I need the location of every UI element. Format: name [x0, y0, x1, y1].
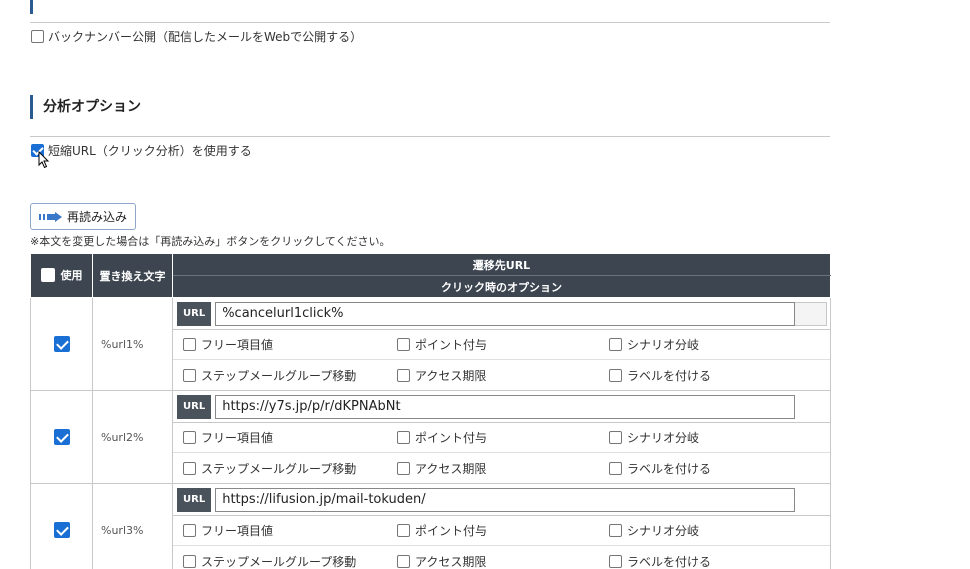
opt-step-move[interactable]: ステップメールグループ移動 — [183, 460, 397, 477]
opt-access-limit[interactable]: アクセス期限 — [397, 367, 609, 384]
opt-access-limit[interactable]: アクセス期限 — [397, 553, 609, 569]
backnumber-row[interactable]: バックナンバー公開（配信したメールをWebで公開する） — [31, 28, 362, 45]
opt-scenario[interactable]: シナリオ分岐 — [609, 522, 699, 539]
mouse-cursor-icon — [38, 151, 50, 169]
use-checkbox[interactable] — [53, 336, 70, 352]
table-row: %url3% URL https://lifusion.jp/mail-toku… — [30, 483, 831, 569]
url-row: URL https://lifusion.jp/mail-tokuden/ — [173, 484, 830, 516]
url-options-cell: URL %cancelurl1click% フリー項目値 ポイント付与 シナリオ… — [172, 297, 831, 391]
replace-tag: %url3% — [92, 483, 173, 569]
options-row: フリー項目値 ポイント付与 シナリオ分岐 — [173, 516, 830, 546]
section-title-analysis: 分析オプション — [30, 95, 141, 119]
options-row: ステップメールグループ移動 アクセス期限 ラベルを付ける — [173, 546, 830, 569]
backnumber-checkbox[interactable] — [31, 30, 44, 43]
header-replace: 置き換え文字 — [92, 253, 173, 298]
header-use-label: 使用 — [60, 268, 83, 282]
options-row: フリー項目値 ポイント付与 シナリオ分岐 — [173, 330, 830, 360]
url-label: URL — [177, 394, 212, 419]
opt-label[interactable]: ラベルを付ける — [609, 553, 711, 569]
url-input-addon — [795, 301, 828, 326]
opt-point[interactable]: ポイント付与 — [397, 429, 609, 446]
opt-point[interactable]: ポイント付与 — [397, 522, 609, 539]
replace-tag: %url1% — [92, 297, 173, 391]
opt-step-move[interactable]: ステップメールグループ移動 — [183, 367, 397, 384]
opt-scenario[interactable]: シナリオ分岐 — [609, 336, 699, 353]
url-options-cell: URL https://y7s.jp/p/r/dKPNAbNt フリー項目値 ポ… — [172, 390, 831, 484]
url-options-cell: URL https://lifusion.jp/mail-tokuden/ フリ… — [172, 483, 831, 569]
opt-access-limit[interactable]: アクセス期限 — [397, 460, 609, 477]
opt-label[interactable]: ラベルを付ける — [609, 367, 711, 384]
url-row: URL %cancelurl1click% — [173, 298, 830, 330]
url-input[interactable]: https://lifusion.jp/mail-tokuden/ — [215, 487, 796, 512]
reload-button-label: 再読み込み — [67, 210, 128, 224]
use-cell — [30, 297, 93, 391]
opt-free-field[interactable]: フリー項目値 — [183, 429, 397, 446]
table-row: %url1% URL %cancelurl1click% フリー項目値 ポイント… — [30, 297, 831, 391]
backnumber-label: バックナンバー公開（配信したメールをWebで公開する） — [48, 30, 363, 44]
table-row: %url2% URL https://y7s.jp/p/r/dKPNAbNt フ… — [30, 390, 831, 484]
arrow-right-icon — [39, 211, 62, 222]
use-cell — [30, 483, 93, 569]
options-row: フリー項目値 ポイント付与 シナリオ分岐 — [173, 423, 830, 453]
divider — [30, 136, 830, 137]
use-checkbox[interactable] — [53, 522, 70, 538]
opt-scenario[interactable]: シナリオ分岐 — [609, 429, 699, 446]
select-all-checkbox[interactable] — [40, 267, 55, 282]
opt-label[interactable]: ラベルを付ける — [609, 460, 711, 477]
reload-button[interactable]: 再読み込み — [30, 203, 137, 230]
header-dest-url: 遷移先URL — [172, 253, 831, 276]
divider — [30, 22, 830, 23]
replace-tag: %url2% — [92, 390, 173, 484]
opt-point[interactable]: ポイント付与 — [397, 336, 609, 353]
url-label: URL — [177, 301, 212, 326]
url-table: 使用 置き換え文字 遷移先URL クリック時のオプション %url1% URL … — [30, 253, 831, 569]
url-label: URL — [177, 487, 212, 512]
opt-step-move[interactable]: ステップメールグループ移動 — [183, 553, 397, 569]
opt-free-field[interactable]: フリー項目値 — [183, 336, 397, 353]
options-row: ステップメールグループ移動 アクセス期限 ラベルを付ける — [173, 360, 830, 390]
header-click-options: クリック時のオプション — [172, 275, 831, 298]
url-row: URL https://y7s.jp/p/r/dKPNAbNt — [173, 391, 830, 423]
options-row: ステップメールグループ移動 アクセス期限 ラベルを付ける — [173, 453, 830, 483]
opt-free-field[interactable]: フリー項目値 — [183, 522, 397, 539]
url-input[interactable]: https://y7s.jp/p/r/dKPNAbNt — [215, 394, 796, 419]
short-url-label: 短縮URL（クリック分析）を使用する — [48, 144, 252, 158]
use-cell — [30, 390, 93, 484]
short-url-row[interactable]: 短縮URL（クリック分析）を使用する — [31, 142, 252, 159]
url-input[interactable]: %cancelurl1click% — [215, 301, 796, 326]
use-checkbox[interactable] — [53, 429, 70, 445]
reload-note: ※本文を変更した場合は「再読み込み」ボタンをクリックしてください。 — [30, 235, 391, 248]
section-accent-bar — [30, 0, 33, 14]
header-use: 使用 — [30, 253, 93, 298]
